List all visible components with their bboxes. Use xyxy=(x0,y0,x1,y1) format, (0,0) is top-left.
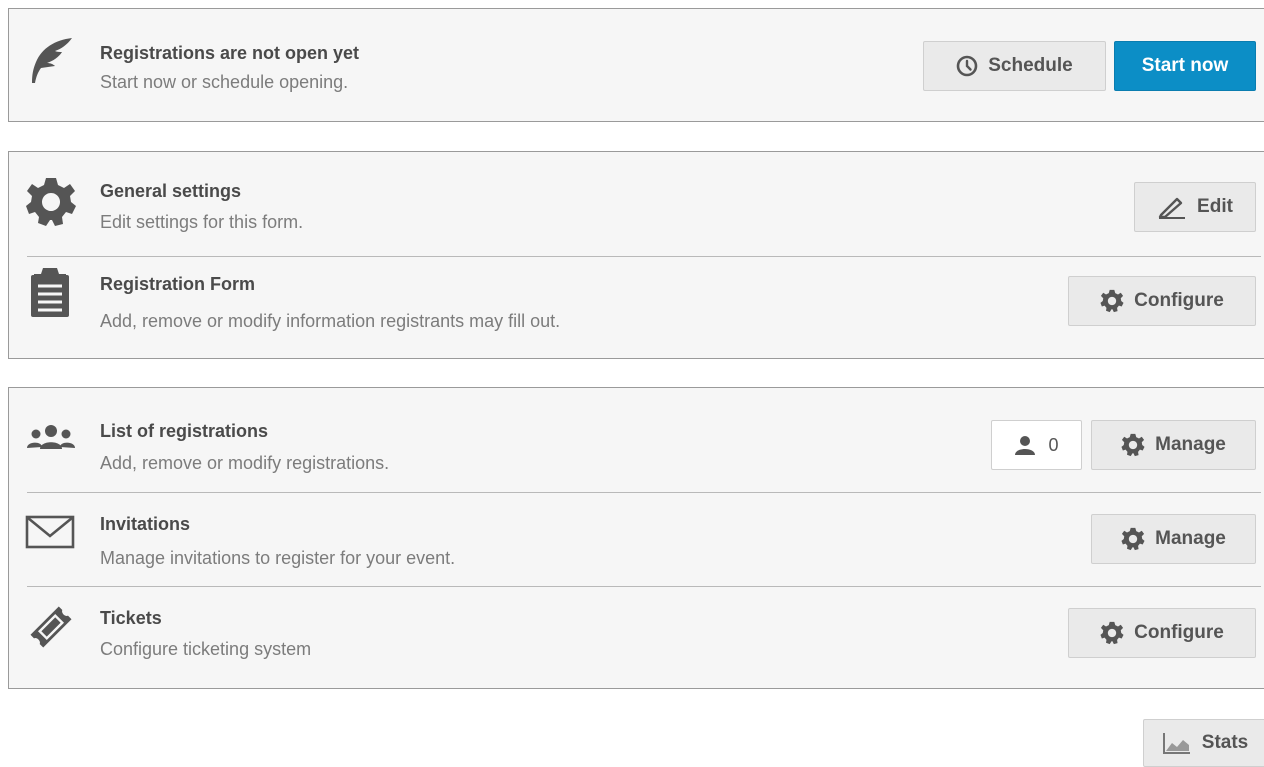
feather-icon xyxy=(25,35,77,87)
registration-status-panel: Registrations are not open yet Start now… xyxy=(8,8,1264,122)
registration-status-description: Start now or schedule opening. xyxy=(100,72,349,92)
user-icon xyxy=(1015,436,1036,455)
start-now-button[interactable]: Start now xyxy=(1114,41,1256,91)
invitations-description: Manage invitations to register for your … xyxy=(100,548,456,568)
general-settings-title: General settings xyxy=(100,181,242,201)
tickets-row: Tickets Configure ticketing system Confi… xyxy=(9,586,1264,688)
users-icon xyxy=(25,414,77,466)
chart-icon xyxy=(1162,733,1190,754)
clipboard-icon xyxy=(25,266,77,318)
ticket-icon xyxy=(25,601,77,653)
registrations-list-row: List of registrations Add, remove or mod… xyxy=(9,388,1264,492)
gear-icon xyxy=(1121,433,1145,457)
invitations-title: Invitations xyxy=(100,514,191,534)
pencil-icon xyxy=(1158,197,1186,219)
general-settings-description: Edit settings for this form. xyxy=(100,212,304,232)
tickets-title: Tickets xyxy=(100,608,162,628)
configure-form-button-label: Configure xyxy=(1134,290,1224,311)
registrations-list-title: List of registrations xyxy=(100,421,269,441)
registration-form-row: Registration Form Add, remove or modify … xyxy=(9,256,1264,358)
schedule-button[interactable]: Schedule xyxy=(923,41,1106,91)
gear-icon xyxy=(1100,289,1124,313)
invitations-row: Invitations Manage invitations to regist… xyxy=(9,492,1264,586)
gear-icon xyxy=(25,176,77,228)
edit-settings-button-label: Edit xyxy=(1197,196,1233,217)
registration-status-row: Registrations are not open yet Start now… xyxy=(9,9,1264,121)
clock-icon xyxy=(956,55,978,77)
registration-status-title: Registrations are not open yet xyxy=(100,43,360,63)
registrations-count-badge: 0 xyxy=(991,420,1082,470)
schedule-button-label: Schedule xyxy=(988,55,1073,76)
registrations-list-description: Add, remove or modify registrations. xyxy=(100,453,390,473)
manage-invitations-button[interactable]: Manage xyxy=(1091,514,1256,564)
tickets-description: Configure ticketing system xyxy=(100,639,312,659)
gear-icon xyxy=(1100,621,1124,645)
manage-registrations-button[interactable]: Manage xyxy=(1091,420,1256,470)
start-now-button-label: Start now xyxy=(1141,55,1229,76)
registrations-count: 0 xyxy=(1048,434,1059,455)
configure-form-button[interactable]: Configure xyxy=(1068,276,1256,326)
registration-form-description: Add, remove or modify information regist… xyxy=(100,311,561,331)
envelope-icon xyxy=(25,507,77,559)
edit-settings-button[interactable]: Edit xyxy=(1134,182,1256,232)
stats-button-label: Stats xyxy=(1201,732,1249,753)
general-settings-row: General settings Edit settings for this … xyxy=(9,152,1264,256)
configure-tickets-button[interactable]: Configure xyxy=(1068,608,1256,658)
stats-button[interactable]: Stats xyxy=(1143,719,1264,767)
management-panel: List of registrations Add, remove or mod… xyxy=(8,387,1264,689)
gear-icon xyxy=(1121,527,1145,551)
manage-registrations-button-label: Manage xyxy=(1155,434,1226,455)
manage-invitations-button-label: Manage xyxy=(1155,528,1226,549)
registration-form-title: Registration Form xyxy=(100,274,256,294)
settings-panel: General settings Edit settings for this … xyxy=(8,151,1264,359)
configure-tickets-button-label: Configure xyxy=(1134,622,1224,643)
